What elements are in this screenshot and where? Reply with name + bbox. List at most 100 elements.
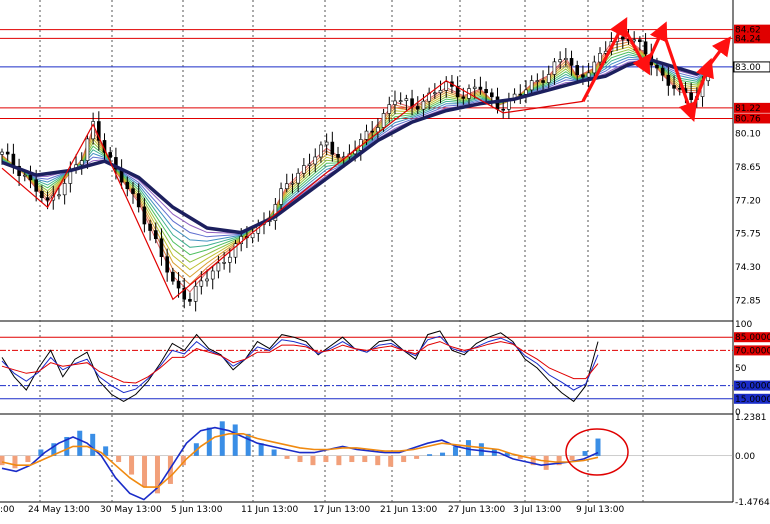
macd-tick-label: 0.00: [735, 452, 755, 462]
oscillator-level-label: 70.0000: [735, 346, 770, 356]
price-tick-label: 78.65: [735, 163, 761, 173]
candle-body: [552, 61, 557, 75]
oscillator-level-label: 15.0000: [735, 395, 770, 405]
macd-histogram-bar: [310, 455, 316, 466]
candle-body: [472, 86, 477, 89]
candle-body: [381, 113, 386, 128]
candle-body: [524, 89, 528, 95]
candle-body: [171, 271, 175, 282]
candle-body: [296, 172, 300, 184]
macd-histogram-bar: [116, 455, 122, 463]
candle-body: [159, 238, 164, 257]
time-label: 24 May 13:00: [28, 505, 90, 515]
candle-body: [632, 39, 636, 42]
candle-body: [535, 80, 540, 82]
candle-body: [660, 67, 665, 76]
candle-body: [136, 193, 141, 208]
price-panel: [0, 17, 733, 312]
candle-body: [415, 106, 420, 110]
candle-body: [199, 280, 204, 287]
chart-canvas[interactable]: 85.000070.000030.000015.0000100500 1.238…: [0, 0, 770, 520]
candle-body: [620, 36, 625, 40]
chart-window: 85.0000 70.0000 30.0000 15.0000 100 50 0 1.238…: [0, 0, 770, 520]
macd-histogram-bar: [336, 455, 342, 466]
candle-body: [393, 100, 397, 105]
candle-body: [461, 96, 466, 99]
candle-body: [666, 74, 671, 86]
price-level-label: 83.00: [735, 63, 761, 73]
macd-histogram-bar: [245, 433, 251, 456]
time-label: :00: [0, 505, 15, 515]
candle-body: [438, 90, 443, 94]
candle-body: [5, 151, 10, 155]
candle-body: [364, 130, 369, 140]
candle-body: [433, 92, 437, 95]
time-label: 11 Jun 13:00: [241, 505, 298, 515]
candle-body: [546, 74, 551, 83]
candle-body: [564, 58, 568, 60]
candle-body: [142, 206, 147, 225]
macd-histogram-bar: [375, 455, 381, 466]
macd-tick-label: -1.4764: [735, 498, 770, 508]
price-level-label: 84.24: [735, 34, 761, 44]
oscillator-panel: 85.000070.000030.000015.0000100500: [0, 320, 770, 418]
candle-body: [302, 165, 306, 174]
candle-body: [148, 223, 152, 231]
time-label: 30 May 13:00: [100, 505, 162, 515]
candle-body: [655, 64, 659, 69]
candle-body: [40, 191, 44, 198]
candle-body: [421, 100, 426, 110]
candle-body: [575, 65, 580, 76]
price-level-label: 81.22: [735, 104, 761, 114]
candle-body: [28, 174, 33, 181]
candle-body: [313, 156, 318, 165]
macd-histogram-bar: [12, 455, 18, 469]
candle-body: [79, 160, 84, 166]
candle-body: [484, 89, 488, 94]
macd-histogram-bar: [0, 455, 5, 466]
macd-histogram-bar: [362, 455, 368, 463]
macd-histogram-bar: [90, 433, 96, 456]
oscillator-line: [1, 335, 599, 394]
pattern-arrow: [706, 36, 732, 68]
macd-histogram-bar: [452, 446, 458, 456]
candle-body: [387, 104, 392, 114]
candle-body: [404, 98, 409, 101]
candle-body: [0, 151, 4, 155]
macd-histogram-bar: [232, 424, 238, 456]
candle-body: [165, 256, 169, 273]
macd-histogram-bar: [323, 455, 329, 463]
candle-body: [193, 285, 198, 302]
candle-body: [45, 197, 50, 201]
macd-tick-label: 1.2381: [735, 413, 767, 423]
candle-body: [319, 144, 323, 158]
price-level-label: 80.76: [735, 114, 761, 124]
candle-body: [290, 182, 295, 185]
time-label: 5 Jun 13:00: [171, 505, 223, 515]
candle-body: [478, 86, 483, 90]
macd-histogram-bar: [271, 449, 277, 456]
oscillator-level-label: 85.0000: [735, 333, 770, 343]
candle-body: [188, 298, 192, 302]
time-axis: :00 24 May 13:00 30 May 13:00 5 Jun 13:00 11…: [0, 505, 625, 515]
candle-body: [541, 80, 545, 83]
candle-body: [592, 61, 597, 74]
candle-body: [125, 181, 130, 190]
price-tick-label: 75.75: [735, 230, 761, 240]
candle-body: [85, 138, 90, 161]
candle-body: [581, 74, 585, 78]
macd-histogram-bar: [284, 455, 290, 459]
candle-body: [501, 108, 505, 111]
candle-body: [569, 58, 574, 66]
candle-body: [108, 152, 113, 158]
price-tick-label: 72.85: [735, 296, 761, 306]
candle-body: [57, 194, 61, 197]
time-label: 9 Jul 13:00: [576, 505, 625, 515]
oscillator-tick-label: 50: [735, 364, 747, 374]
macd-histogram-bar: [478, 443, 484, 456]
candle-body: [643, 41, 648, 55]
macd-histogram-bar: [297, 455, 303, 463]
candle-body: [34, 179, 38, 192]
macd-histogram-bar: [77, 430, 83, 456]
candle-body: [210, 270, 215, 280]
